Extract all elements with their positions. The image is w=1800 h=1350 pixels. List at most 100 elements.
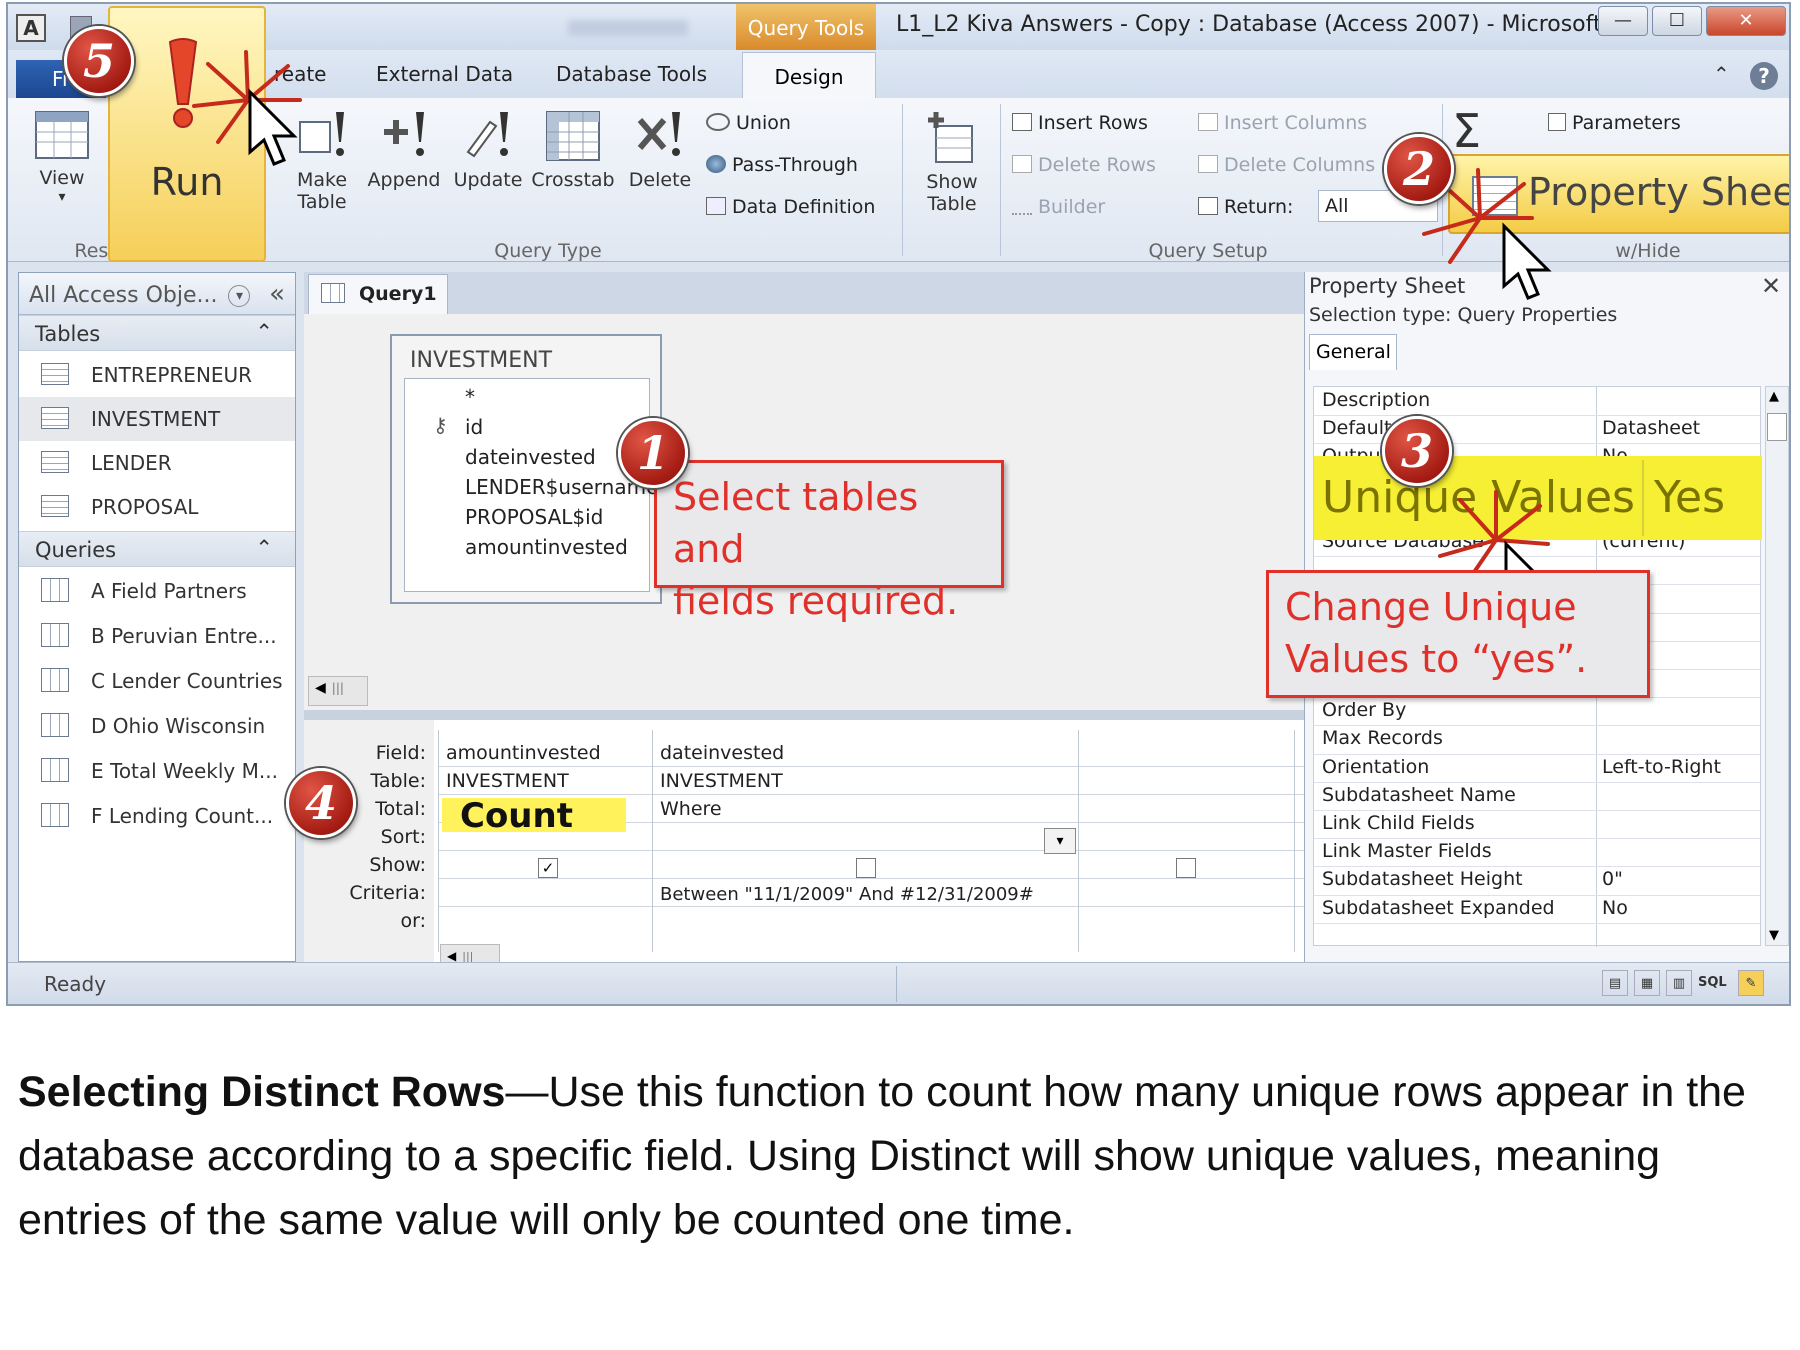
grid-cell-total-1[interactable]: Count	[460, 796, 573, 836]
insert-columns-button[interactable]: Insert Columns	[1198, 112, 1367, 134]
append-button[interactable]: Append	[364, 108, 444, 191]
insert-rows-button[interactable]: Insert Rows	[1012, 112, 1148, 134]
crosstab-button[interactable]: Crosstab	[528, 108, 618, 191]
grid-cell-table-2[interactable]: INVESTMENT	[660, 770, 783, 792]
grid-cell-total-2[interactable]: Where	[660, 798, 722, 820]
field-item-amountinvested[interactable]: amountinvested	[465, 535, 628, 559]
scroll-up-icon[interactable]: ▲	[1769, 389, 1779, 404]
show-checkbox-1[interactable]: ✓	[538, 858, 558, 878]
make-table-label-2: Table	[297, 191, 347, 213]
grid-cell-table-1[interactable]: INVESTMENT	[446, 770, 569, 792]
help-icon[interactable]: ?	[1750, 62, 1778, 90]
show-table-button[interactable]: Show Table	[914, 108, 990, 215]
tab-query1[interactable]: Query1	[308, 274, 448, 314]
nav-section-queries[interactable]: Queries ⌃	[19, 531, 295, 567]
field-item-id[interactable]: id	[465, 415, 483, 439]
property-name: Subdatasheet Name	[1322, 783, 1516, 806]
property-scrollbar[interactable]: ▲ ▼	[1765, 386, 1789, 946]
query-icon	[41, 713, 69, 737]
nav-query-item[interactable]: A Field Partners	[19, 569, 295, 613]
scroll-left-icon[interactable]: ◀	[315, 680, 326, 696]
property-value[interactable]: Datasheet	[1602, 417, 1700, 439]
datasheet-view-icon	[35, 111, 89, 159]
step-number-5: 5	[64, 26, 134, 96]
datasheet-view-icon[interactable]: ▤	[1602, 970, 1628, 996]
close-property-sheet-icon[interactable]: ✕	[1761, 272, 1781, 300]
show-checkbox-2[interactable]	[856, 858, 876, 878]
tab-database-tools[interactable]: Database Tools	[556, 62, 707, 86]
tab-general[interactable]: General	[1309, 334, 1397, 370]
property-row-line	[1314, 781, 1760, 783]
nav-item-label: B Peruvian Entre...	[91, 624, 277, 648]
row-label-field: Field:	[375, 742, 426, 764]
slide: A Query Tools L1_L2 Kiva Answers - Copy …	[0, 0, 1800, 1350]
scroll-left-icon[interactable]: ◀	[447, 949, 456, 963]
insert-rows-icon	[1012, 113, 1032, 131]
property-value[interactable]: 0"	[1602, 868, 1623, 890]
scroll-thumb[interactable]: |||	[332, 681, 344, 695]
delete-query-button[interactable]: Delete	[622, 108, 698, 191]
scroll-down-icon[interactable]: ▼	[1769, 928, 1779, 943]
nav-query-item[interactable]: B Peruvian Entre...	[19, 614, 295, 658]
nav-table-entrepreneur[interactable]: ENTREPRENEUR	[19, 353, 295, 397]
query-icon	[41, 803, 69, 827]
minimize-button[interactable]: —	[1598, 6, 1648, 36]
field-item-proposal-id[interactable]: PROPOSAL$id	[465, 505, 603, 529]
grid-cell-field-1[interactable]: amountinvested	[446, 742, 601, 764]
nav-section-tables[interactable]: Tables ⌃	[19, 315, 295, 351]
nav-query-item[interactable]: D Ohio Wisconsin	[19, 704, 295, 748]
pivot-table-icon[interactable]: ▦	[1634, 970, 1660, 996]
sort-dropdown-icon[interactable]: ▾	[1044, 828, 1076, 854]
nav-table-lender[interactable]: LENDER	[19, 441, 295, 485]
blurred-region	[568, 20, 688, 36]
collapse-pane-icon[interactable]: «	[269, 279, 285, 309]
delete-rows-icon	[1012, 155, 1032, 173]
nav-table-proposal[interactable]: PROPOSAL	[19, 485, 295, 529]
sql-view-icon[interactable]: SQL	[1698, 970, 1727, 996]
nav-query-item[interactable]: C Lender Countries	[19, 659, 295, 703]
nav-table-investment[interactable]: INVESTMENT	[19, 397, 295, 441]
data-definition-button[interactable]: Data Definition	[706, 196, 875, 218]
field-item-dateinvested[interactable]: dateinvested	[465, 445, 596, 469]
grid-horizontal-scrollbar[interactable]: ◀ |||	[440, 944, 500, 964]
pass-through-button[interactable]: Pass-Through	[706, 154, 858, 176]
tab-external-data[interactable]: External Data	[376, 62, 513, 86]
nav-dropdown-icon[interactable]: ▾	[228, 285, 251, 307]
field-item-all[interactable]: *	[465, 385, 475, 409]
pane-splitter[interactable]	[304, 710, 1304, 720]
ribbon-separator	[1000, 104, 1001, 256]
property-value[interactable]: No	[1602, 897, 1628, 919]
nav-pane-header[interactable]: All Access Obje... ▾ «	[19, 273, 295, 315]
group-label-show-hide: w/Hide	[1615, 240, 1681, 262]
parameters-button[interactable]: Parameters	[1548, 112, 1681, 134]
delete-rows-button[interactable]: Delete Rows	[1012, 154, 1156, 176]
selection-type: Selection type: Query Properties	[1309, 304, 1618, 326]
nav-query-item[interactable]: E Total Weekly M...	[19, 749, 295, 793]
unique-values-value[interactable]: Yes	[1654, 472, 1725, 523]
maximize-button[interactable]: ☐	[1652, 6, 1702, 36]
scroll-thumb[interactable]	[1767, 413, 1787, 441]
design-view-icon[interactable]: ✎	[1738, 970, 1764, 996]
append-icon	[384, 112, 424, 156]
view-button[interactable]: View ▾	[22, 110, 102, 205]
ribbon-separator	[902, 104, 903, 256]
builder-button[interactable]: Builder	[1012, 196, 1105, 218]
property-value[interactable]: Left-to-Right	[1602, 756, 1721, 778]
delete-columns-button[interactable]: Delete Columns	[1198, 154, 1375, 176]
nav-query-item[interactable]: F Lending Count...	[19, 794, 295, 838]
data-definition-label: Data Definition	[732, 196, 876, 218]
close-window-button[interactable]: ✕	[1706, 6, 1786, 36]
union-button[interactable]: Union	[706, 112, 791, 134]
grid-cell-criteria-2[interactable]: Between "11/1/2009" And #12/31/2009#	[660, 884, 1034, 905]
totals-sigma-icon[interactable]: Σ	[1452, 104, 1481, 158]
callout-1-line-2: fields required.	[673, 579, 959, 623]
horizontal-scrollbar[interactable]: ◀ |||	[308, 676, 368, 706]
row-label-show: Show:	[369, 854, 426, 876]
pivot-chart-icon[interactable]: ▥	[1666, 970, 1692, 996]
minimize-ribbon-icon[interactable]: ⌃	[1713, 62, 1730, 86]
tab-design[interactable]: Design	[742, 52, 876, 100]
grid-cell-field-2[interactable]: dateinvested	[660, 742, 784, 764]
update-button[interactable]: Update	[448, 108, 528, 191]
mouse-cursor-icon	[248, 88, 298, 166]
show-checkbox-3[interactable]	[1176, 858, 1196, 878]
